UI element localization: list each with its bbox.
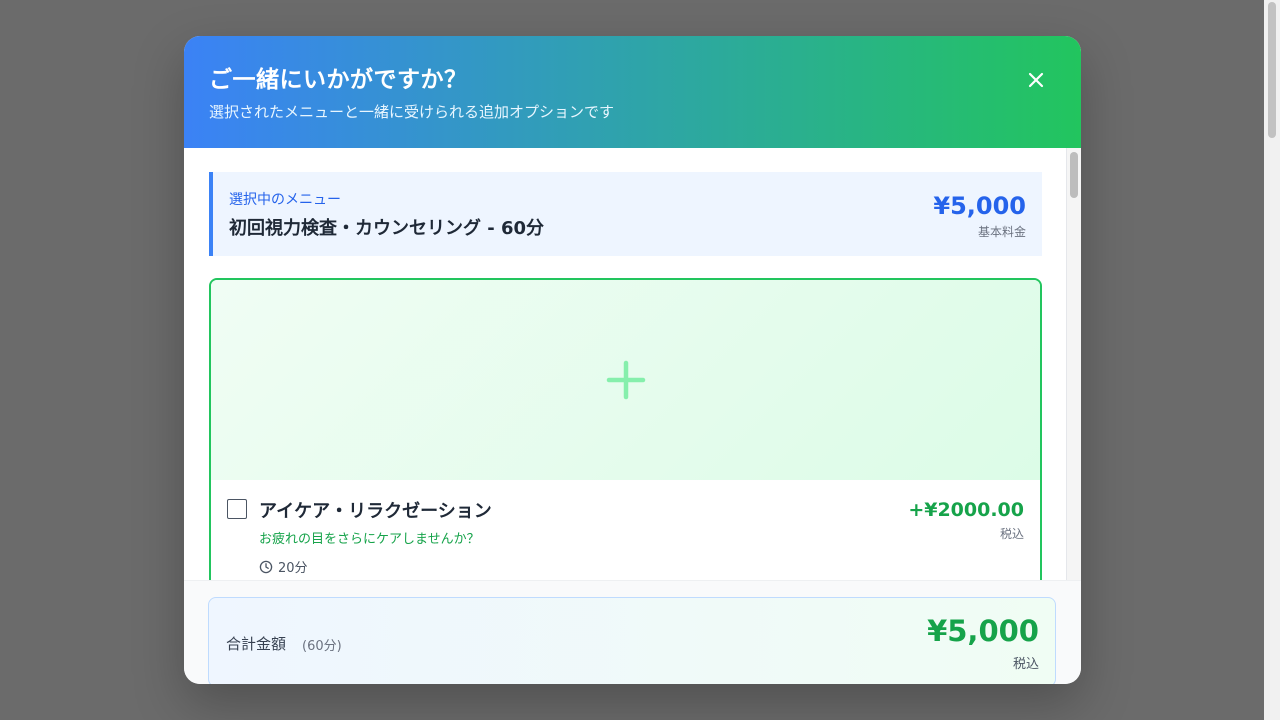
- modal-subtitle: 選択されたメニューと一緒に受けられる追加オプションです: [209, 103, 615, 121]
- total-label: 合計金額: [226, 635, 287, 653]
- option-card[interactable]: アイケア・リラクゼーション お疲れの目をさらにケアしませんか？ 20分 +¥20…: [209, 278, 1042, 580]
- modal-title: ご一緒にいかがですか？: [209, 67, 468, 93]
- close-button[interactable]: [1022, 66, 1050, 94]
- option-duration-text: 20分: [278, 561, 308, 576]
- option-description: お疲れの目をさらにケアしませんか？: [259, 532, 480, 547]
- option-name: アイケア・リラクゼーション: [259, 501, 492, 522]
- plus-icon: [606, 360, 646, 400]
- total-price: ¥5,000: [927, 614, 1039, 648]
- upsell-modal: ご一緒にいかがですか？ 選択されたメニューと一緒に受けられる追加オプションです …: [184, 36, 1081, 684]
- selected-menu-name: 初回視力検査・カウンセリング - 60分: [229, 218, 545, 239]
- option-image-placeholder: [211, 280, 1040, 480]
- selected-menu-price-note: 基本料金: [977, 225, 1026, 239]
- page-scrollbar[interactable]: [1264, 0, 1280, 720]
- modal-body: 選択中のメニュー 初回視力検査・カウンセリング - 60分 ¥5,000 基本料…: [184, 148, 1081, 580]
- clock-icon: [259, 560, 273, 573]
- option-checkbox[interactable]: [227, 499, 247, 519]
- selected-menu-label: 選択中のメニュー: [229, 192, 341, 208]
- option-price: +¥2000.00: [908, 499, 1024, 521]
- option-duration: 20分: [259, 557, 308, 576]
- page-scrollbar-thumb[interactable]: [1268, 2, 1276, 138]
- total-price-note: 税込: [1012, 657, 1039, 672]
- modal-body-scrollbar[interactable]: [1066, 148, 1081, 580]
- option-price-note: 税込: [999, 527, 1024, 541]
- total-card: 合計金額 (60分) ¥5,000 税込: [208, 597, 1056, 684]
- modal-body-scrollbar-thumb[interactable]: [1070, 152, 1078, 198]
- modal-header: ご一緒にいかがですか？ 選択されたメニューと一緒に受けられる追加オプションです: [184, 36, 1081, 148]
- selected-menu-price: ¥5,000: [933, 192, 1026, 220]
- selected-menu-card: 選択中のメニュー 初回視力検査・カウンセリング - 60分 ¥5,000 基本料…: [209, 172, 1042, 256]
- close-icon: [1028, 72, 1044, 88]
- total-duration: (60分): [302, 639, 342, 654]
- modal-footer: 合計金額 (60分) ¥5,000 税込: [184, 580, 1081, 684]
